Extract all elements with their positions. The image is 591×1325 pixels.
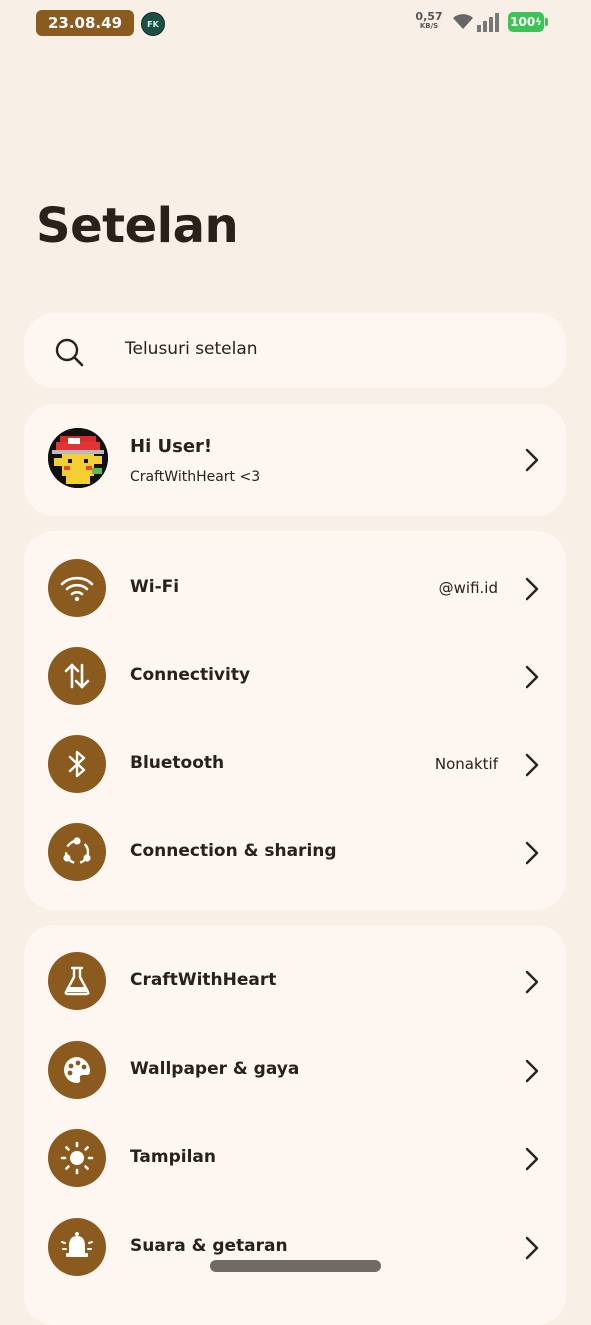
status-bar: 23.08.49 FK 0,57 KB/S 100 ϟ [0, 0, 591, 48]
wifi-status-icon [453, 14, 473, 29]
network-speed: 0,57 KB/S [412, 10, 446, 31]
settings-item-label: Connectivity [130, 665, 251, 685]
chevron-right-icon [525, 1059, 539, 1083]
chevron-right-icon [525, 665, 539, 689]
profile-subtitle: CraftWithHeart <3 [130, 469, 261, 485]
network-speed-unit: KB/S [419, 22, 439, 30]
search-bar[interactable]: Telusuri setelan [24, 313, 566, 388]
settings-item-label: Suara & getaran [130, 1236, 288, 1256]
settings-item-wifi[interactable]: Wi-Fi @wifi.id [24, 544, 566, 632]
flask-icon [48, 952, 106, 1010]
settings-item-label: Tampilan [130, 1147, 216, 1167]
settings-item-display[interactable]: Tampilan [24, 1114, 566, 1202]
settings-item-label: CraftWithHeart [130, 970, 277, 990]
signal-strength-icon [477, 13, 499, 32]
home-indicator[interactable] [210, 1260, 381, 1272]
pikachu-avatar-icon [48, 428, 108, 488]
chevron-right-icon [525, 970, 539, 994]
status-clock: 23.08.49 [36, 10, 134, 36]
chevron-right-icon [525, 753, 539, 777]
profile-card[interactable]: Hi User! CraftWithHeart <3 [24, 404, 566, 516]
settings-item-value: @wifi.id [438, 579, 498, 597]
chevron-right-icon [525, 448, 539, 472]
search-icon [55, 338, 84, 367]
settings-item-sound[interactable]: Suara & getaran [24, 1203, 566, 1291]
page-title: Setelan [36, 198, 239, 254]
charging-bolt-icon: ϟ [535, 16, 542, 28]
avatar [48, 428, 108, 488]
settings-item-connection-sharing[interactable]: Connection & sharing [24, 808, 566, 896]
chevron-right-icon [525, 841, 539, 865]
palette-icon [48, 1041, 106, 1099]
arrows-updown-icon [48, 647, 106, 705]
settings-item-bluetooth[interactable]: Bluetooth Nonaktif [24, 720, 566, 808]
app-notification-icon: FK [141, 12, 165, 36]
chevron-right-icon [525, 1147, 539, 1171]
settings-item-value: Nonaktif [434, 755, 498, 773]
settings-item-label: Wallpaper & gaya [130, 1059, 300, 1079]
settings-group-connections: Wi-Fi @wifi.id Connectivity Bluetooth No… [24, 531, 566, 910]
settings-item-wallpaper[interactable]: Wallpaper & gaya [24, 1026, 566, 1114]
profile-greeting: Hi User! [130, 436, 213, 457]
network-speed-value: 0,57 [415, 10, 443, 23]
battery-indicator: 100 ϟ [508, 12, 544, 32]
settings-item-label: Bluetooth [130, 753, 225, 773]
settings-item-craftwithheart[interactable]: CraftWithHeart [24, 937, 566, 1025]
battery-level: 100 [510, 15, 536, 29]
settings-item-label: Connection & sharing [130, 841, 337, 861]
chevron-right-icon [525, 1236, 539, 1260]
bluetooth-icon [48, 735, 106, 793]
wifi-icon [48, 559, 106, 617]
battery-tip [545, 18, 548, 26]
sun-icon [48, 1129, 106, 1187]
share-icon [48, 823, 106, 881]
settings-item-label: Wi-Fi [130, 577, 180, 597]
bell-icon [48, 1218, 106, 1276]
settings-item-connectivity[interactable]: Connectivity [24, 632, 566, 720]
search-placeholder: Telusuri setelan [125, 339, 258, 359]
chevron-right-icon [525, 577, 539, 601]
